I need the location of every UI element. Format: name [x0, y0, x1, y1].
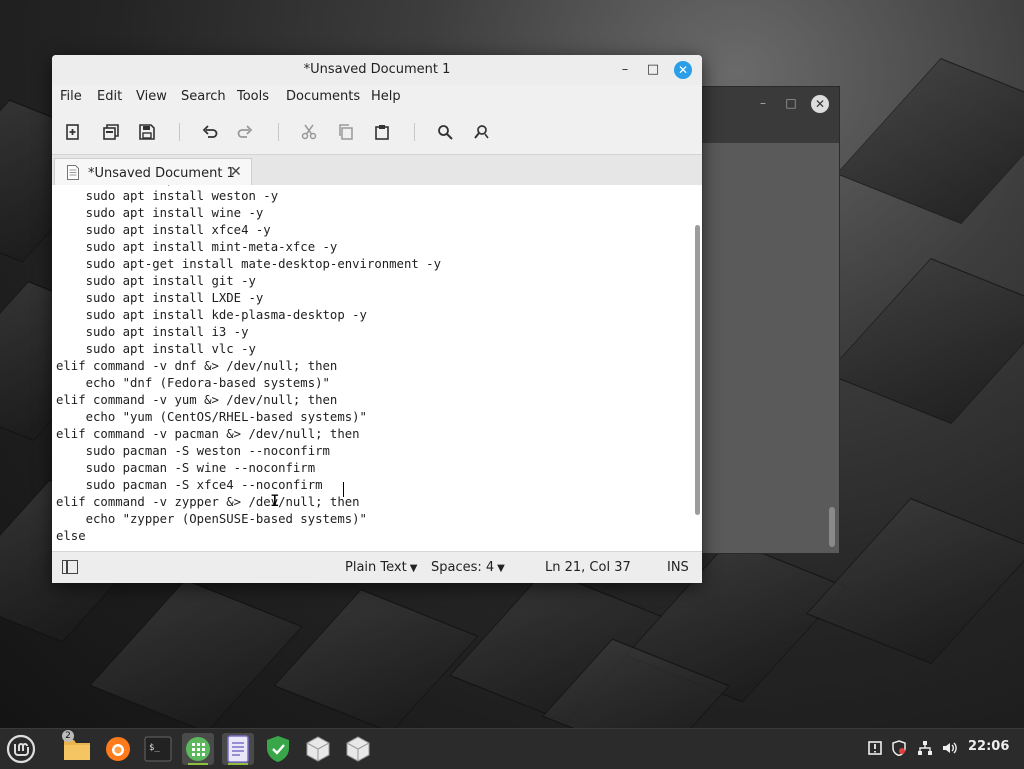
update-shield-icon[interactable] [890, 740, 908, 758]
minimize-button[interactable]: – [616, 61, 634, 79]
text-cursor [343, 482, 344, 497]
volume-icon[interactable] [941, 740, 959, 758]
package-icon[interactable] [302, 733, 334, 765]
text-editor-icon[interactable] [222, 733, 254, 765]
indent-label: Spaces: 4 [431, 560, 495, 575]
status-bar: Plain Text ▼ Spaces: 4 ▼ Ln 21, Col 37 INS [52, 551, 702, 583]
firefox-icon[interactable] [102, 733, 134, 765]
toolbar-separator [179, 123, 180, 141]
editor-content[interactable]: if command -v apt &> /dev/null; then sud… [56, 185, 441, 545]
active-indicator [228, 763, 248, 765]
taskbar: $_ [0, 728, 1024, 769]
toolbar-separator [414, 123, 415, 141]
menu-search[interactable]: Search [181, 89, 226, 104]
language-selector[interactable]: Plain Text ▼ [345, 560, 417, 575]
svg-text:$_: $_ [149, 743, 160, 753]
cut-icon[interactable] [296, 119, 322, 145]
tab-close-icon[interactable]: ✕ [230, 164, 242, 180]
calculator-icon[interactable] [182, 733, 214, 765]
indent-selector[interactable]: Spaces: 4 ▼ [431, 560, 505, 575]
background-window[interactable]: – □ ✕ [690, 86, 840, 554]
clock[interactable]: 22:06 [968, 739, 1009, 754]
background-window-body [703, 143, 839, 553]
document-icon [67, 165, 79, 180]
menu-help[interactable]: Help [371, 89, 401, 104]
text-area[interactable]: if command -v apt &> /dev/null; then sud… [52, 185, 702, 551]
menu-edit[interactable]: Edit [97, 89, 122, 104]
network-icon[interactable] [916, 740, 934, 758]
paste-icon[interactable] [369, 119, 395, 145]
toolbar-separator [278, 123, 279, 141]
notification-icon[interactable] [866, 740, 884, 758]
copy-icon[interactable] [333, 119, 359, 145]
shield-icon[interactable] [262, 733, 294, 765]
new-document-icon[interactable] [60, 119, 86, 145]
close-button[interactable]: ✕ [674, 61, 692, 79]
find-replace-icon[interactable] [468, 119, 494, 145]
package-icon[interactable] [342, 733, 374, 765]
background-window-titlebar[interactable]: – □ ✕ [691, 87, 839, 143]
insert-mode: INS [667, 560, 689, 575]
maximize-icon[interactable]: □ [783, 95, 799, 111]
language-label: Plain Text [345, 560, 407, 575]
menu-view[interactable]: View [136, 89, 167, 104]
menu-file[interactable]: File [60, 89, 82, 104]
toolbar [52, 111, 702, 153]
tab-bar: *Unsaved Document 1 ✕ [52, 154, 702, 187]
close-icon[interactable]: ✕ [811, 95, 829, 113]
ibeam-pointer-icon: I [270, 491, 280, 510]
vertical-scrollbar[interactable] [695, 225, 700, 515]
sidebar-toggle-icon[interactable] [62, 560, 78, 574]
open-icon[interactable] [98, 119, 124, 145]
terminal-icon[interactable]: $_ [142, 733, 174, 765]
tab-label: *Unsaved Document 1 [88, 166, 235, 181]
window-title: *Unsaved Document 1 [303, 62, 451, 77]
maximize-button[interactable]: □ [644, 61, 662, 79]
menu-tools[interactable]: Tools [237, 89, 269, 104]
menu-documents[interactable]: Documents [286, 89, 360, 104]
redo-icon[interactable] [232, 119, 258, 145]
menu-bar: File Edit View Search Tools Documents He… [52, 85, 702, 109]
background-window-scrollbar[interactable] [829, 507, 835, 547]
chevron-down-icon: ▼ [497, 563, 505, 574]
minimize-icon[interactable]: – [755, 95, 771, 111]
mint-menu-icon[interactable] [5, 733, 37, 765]
window-count-badge: 2 [62, 730, 74, 742]
chevron-down-icon: ▼ [409, 563, 418, 574]
active-indicator [188, 763, 208, 765]
tab-unsaved-document-1[interactable]: *Unsaved Document 1 ✕ [54, 158, 252, 187]
title-bar[interactable]: *Unsaved Document 1 – □ ✕ [52, 55, 702, 85]
find-icon[interactable] [432, 119, 458, 145]
text-editor-window: *Unsaved Document 1 – □ ✕ File Edit View… [52, 55, 702, 583]
cursor-position: Ln 21, Col 37 [545, 560, 631, 575]
undo-icon[interactable] [197, 119, 223, 145]
save-icon[interactable] [134, 119, 160, 145]
